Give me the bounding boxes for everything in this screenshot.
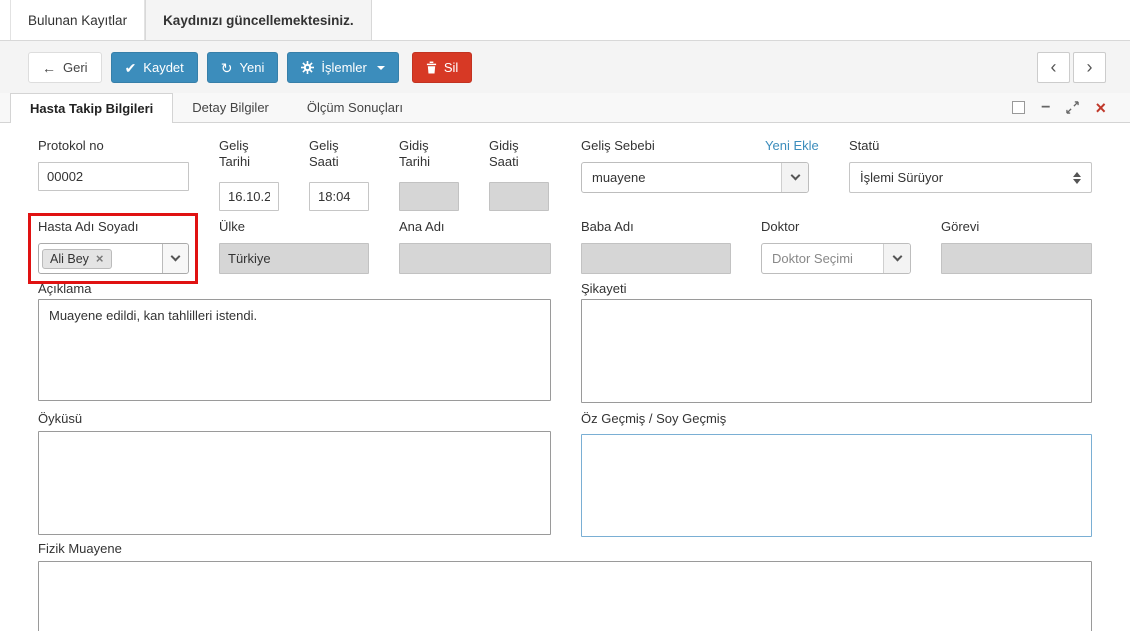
fizik-muayene-label: Fizik Muayene [38, 541, 122, 557]
gelis-sebebi-value: muayene [582, 163, 781, 192]
selected-patient-container: Ali Bey × [39, 244, 162, 273]
panel-controls: − × [1012, 93, 1130, 122]
minimize-button[interactable]: − [1041, 100, 1050, 116]
gelis-sebebi-select[interactable]: muayene [581, 162, 809, 193]
tab-detay-label: Detay Bilgiler [192, 100, 269, 115]
delete-button[interactable]: Sil [412, 52, 472, 83]
ulke-label: Ülke [219, 219, 245, 235]
previous-record-button[interactable]: ‹ [1037, 52, 1070, 83]
tab-updating-record[interactable]: Kaydınızı güncellemektesiniz. [145, 0, 372, 40]
chevron-down-icon [790, 171, 800, 181]
doktor-label: Doktor [761, 219, 799, 235]
yeni-ekle-link[interactable]: Yeni Ekle [765, 138, 819, 153]
tab-found-records-label: Bulunan Kayıtlar [28, 13, 127, 28]
sikayeti-label: Şikayeti [581, 281, 627, 297]
tab-updating-record-label: Kaydınızı güncellemektesiniz. [163, 13, 354, 28]
panel-checkbox[interactable] [1012, 101, 1025, 114]
gelis-saati-label: Geliş Saati [309, 138, 371, 170]
gear-icon [301, 61, 314, 74]
gelis-sebebi-dropdown-button[interactable] [781, 163, 808, 192]
tab-olcum-sonuclari[interactable]: Ölçüm Sonuçları [288, 93, 422, 122]
delete-button-label: Sil [444, 60, 458, 75]
hasta-adi-soyadi-select[interactable]: Ali Bey × [38, 243, 189, 274]
app-window: Bulunan Kayıtlar Kaydınızı güncellemekte… [0, 0, 1130, 631]
form-panel: Protokol no Geliş Tarihi Geliş Saati Gid… [0, 123, 1130, 631]
gelis-sebebi-label: Geliş Sebebi [581, 138, 655, 154]
tab-hasta-takip-bilgileri[interactable]: Hasta Takip Bilgileri [10, 93, 173, 123]
operations-button[interactable]: İşlemler [287, 52, 399, 83]
statu-label: Statü [849, 138, 879, 154]
ana-adi-label: Ana Adı [399, 219, 445, 235]
back-button[interactable]: ← Geri [28, 52, 102, 83]
caret-down-icon [377, 66, 385, 70]
new-button[interactable]: ↻ Yeni [207, 52, 279, 83]
arrow-left-icon: ← [42, 61, 56, 75]
panel-tab-bar: Hasta Takip Bilgileri Detay Bilgiler Ölç… [0, 93, 1130, 123]
gidis-saati-input [489, 182, 549, 211]
baba-adi-label: Baba Adı [581, 219, 634, 235]
statu-value: İşlemi Sürüyor [860, 170, 943, 185]
operations-button-label: İşlemler [321, 60, 367, 75]
fizik-muayene-textarea[interactable] [38, 561, 1092, 631]
gidis-tarihi-input [399, 182, 459, 211]
doktor-placeholder: Doktor Seçimi [762, 244, 883, 273]
tab-found-records[interactable]: Bulunan Kayıtlar [10, 0, 145, 40]
chevron-down-icon [892, 252, 902, 262]
gelis-tarihi-label: Geliş Tarihi [219, 138, 281, 170]
gidis-saati-label: Gidiş Saati [489, 138, 551, 170]
save-button[interactable]: ✔ Kaydet [111, 52, 198, 83]
oz-gecmis-label: Öz Geçmiş / Soy Geçmiş [581, 411, 726, 427]
tab-detay-bilgiler[interactable]: Detay Bilgiler [173, 93, 288, 122]
close-button[interactable]: × [1095, 99, 1106, 117]
ana-adi-input [399, 243, 551, 274]
toolbar: ← Geri ✔ Kaydet ↻ Yeni [28, 52, 472, 83]
sikayeti-textarea[interactable] [581, 299, 1092, 403]
statu-select[interactable]: İşlemi Sürüyor [849, 162, 1092, 193]
tab-olcum-label: Ölçüm Sonuçları [307, 100, 403, 115]
tab-hasta-takip-label: Hasta Takip Bilgileri [30, 101, 153, 116]
gelis-saati-input[interactable] [309, 182, 369, 211]
aciklama-label: Açıklama [38, 281, 91, 297]
gidis-tarihi-label: Gidiş Tarihi [399, 138, 461, 170]
oykusu-textarea[interactable] [38, 431, 551, 535]
oykusu-label: Öyküsü [38, 411, 82, 427]
aciklama-textarea[interactable]: Muayene edildi, kan tahlilleri istendi. [38, 299, 551, 401]
refresh-icon: ↻ [221, 61, 233, 75]
new-button-label: Yeni [240, 60, 265, 75]
selected-patient-name: Ali Bey [50, 252, 89, 266]
next-record-button[interactable]: › [1073, 52, 1106, 83]
check-icon: ✔ [125, 61, 137, 75]
gorevi-label: Görevi [941, 219, 979, 235]
trash-icon [426, 61, 437, 74]
record-navigation: ‹ › [1037, 52, 1106, 83]
patient-dropdown-button[interactable] [162, 244, 188, 273]
protokol-no-input[interactable] [38, 162, 189, 191]
gorevi-input [941, 243, 1092, 274]
expand-button[interactable] [1066, 101, 1079, 114]
top-tab-bar: Bulunan Kayıtlar Kaydınızı güncellemekte… [0, 0, 1130, 41]
ulke-input [219, 243, 369, 274]
gelis-tarihi-input[interactable] [219, 182, 279, 211]
doktor-dropdown-button[interactable] [883, 244, 910, 273]
chevron-down-icon [171, 252, 181, 262]
remove-patient-icon[interactable]: × [96, 252, 104, 265]
save-button-label: Kaydet [143, 60, 183, 75]
selected-patient-tag: Ali Bey × [42, 249, 112, 269]
up-down-arrows-icon [1073, 172, 1081, 184]
doktor-select[interactable]: Doktor Seçimi [761, 243, 911, 274]
protokol-no-label: Protokol no [38, 138, 104, 154]
back-button-label: Geri [63, 60, 88, 75]
hasta-adi-soyadi-label: Hasta Adı Soyadı [38, 219, 138, 235]
oz-gecmis-textarea[interactable] [581, 434, 1092, 537]
baba-adi-input [581, 243, 731, 274]
